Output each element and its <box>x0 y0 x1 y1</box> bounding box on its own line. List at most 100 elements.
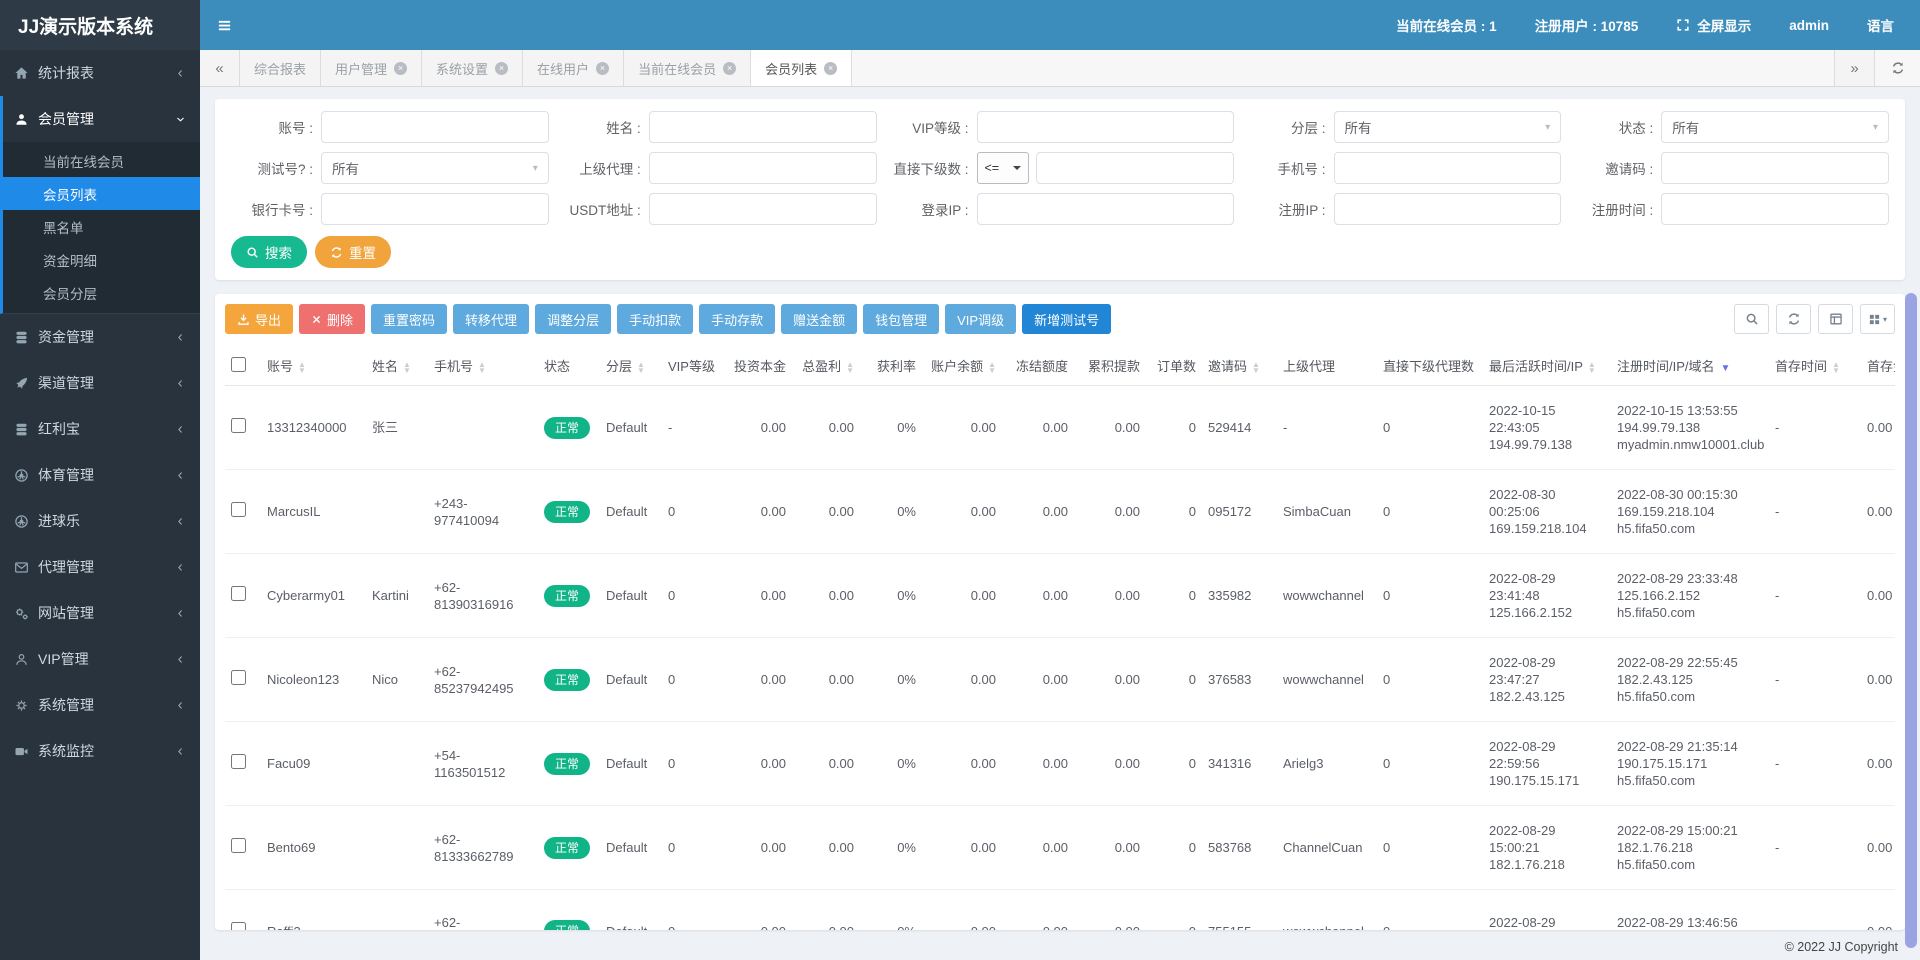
column-header-layer[interactable]: 分层▲▼ <box>600 346 662 386</box>
钱包管理-button[interactable]: 钱包管理 <box>863 304 939 334</box>
vertical-scrollbar[interactable] <box>1905 293 1917 948</box>
column-header-balance[interactable]: 账户余额▲▼ <box>922 346 1002 386</box>
sort-icon[interactable]: ▲▼ <box>298 362 306 374</box>
refresh-icon-button[interactable] <box>1776 304 1811 334</box>
grid-icon-button[interactable]: ▾ <box>1860 304 1895 334</box>
tab-会员列表[interactable]: 会员列表× <box>751 50 852 86</box>
filter-input-10[interactable] <box>321 193 549 225</box>
tab-close-icon[interactable]: × <box>723 62 736 75</box>
table-view-icon-button[interactable] <box>1818 304 1853 334</box>
filter-input-14[interactable] <box>1661 193 1889 225</box>
filter-input-13[interactable] <box>1334 193 1562 225</box>
row-checkbox[interactable] <box>231 670 246 685</box>
VIP调级-button[interactable]: VIP调级 <box>945 304 1016 334</box>
filter-input-8[interactable] <box>1334 152 1562 184</box>
row-checkbox[interactable] <box>231 418 246 433</box>
filter-input-0[interactable] <box>321 111 549 143</box>
tab-系统设置[interactable]: 系统设置× <box>422 50 523 86</box>
sort-icon[interactable]: ▲▼ <box>1252 362 1260 374</box>
column-header-name[interactable]: 姓名▲▼ <box>366 346 428 386</box>
cell-first_time: - <box>1769 722 1861 806</box>
sidebar-subitem-资金明细[interactable]: 资金明细 <box>3 243 200 276</box>
tab-综合报表[interactable]: 综合报表 <box>240 50 321 86</box>
sidebar-item-3[interactable]: 渠道管理 <box>0 360 200 406</box>
filter-input-6[interactable] <box>649 152 877 184</box>
新增测试号-button[interactable]: 新增测试号 <box>1022 304 1111 334</box>
导出-button[interactable]: 导出 <box>225 304 293 334</box>
filter-input-9[interactable] <box>1661 152 1889 184</box>
sort-icon[interactable]: ▲▼ <box>988 362 996 374</box>
filter-input-1[interactable] <box>649 111 877 143</box>
tab-close-icon[interactable]: × <box>596 62 609 75</box>
sidebar-subitem-会员列表[interactable]: 会员列表 <box>3 177 200 210</box>
sidebar-toggle-button[interactable] <box>200 0 248 50</box>
column-header-invite[interactable]: 邀请码▲▼ <box>1202 346 1277 386</box>
sort-desc-active-icon[interactable]: ▼ <box>1721 363 1731 374</box>
sidebar-group-10: 系统管理 <box>0 682 200 728</box>
tab-close-icon[interactable]: × <box>394 62 407 75</box>
赠送金额-button[interactable]: 赠送金额 <box>781 304 857 334</box>
column-header-account[interactable]: 账号▲▼ <box>261 346 366 386</box>
filter-input-11[interactable] <box>649 193 877 225</box>
sidebar-item-1[interactable]: 会员管理 <box>3 96 200 142</box>
手动扣款-button[interactable]: 手动扣款 <box>617 304 693 334</box>
filter-operator-select[interactable]: <= <box>977 152 1029 184</box>
sort-icon[interactable]: ▲▼ <box>403 362 411 374</box>
language-menu[interactable]: 语言 <box>1867 15 1894 35</box>
sidebar-item-10[interactable]: 系统管理 <box>0 682 200 728</box>
tab-用户管理[interactable]: 用户管理× <box>321 50 422 86</box>
filter-input-2[interactable] <box>977 111 1234 143</box>
search-button[interactable]: 搜索 <box>231 236 307 268</box>
filter-input-12[interactable] <box>977 193 1234 225</box>
user-menu[interactable]: admin <box>1789 18 1829 33</box>
row-checkbox[interactable] <box>231 922 246 931</box>
row-checkbox[interactable] <box>231 838 246 853</box>
tab-当前在线会员[interactable]: 当前在线会员× <box>624 50 751 86</box>
tabs-scroll-right-button[interactable]: » <box>1834 50 1874 86</box>
sidebar-item-4[interactable]: 红利宝 <box>0 406 200 452</box>
row-checkbox[interactable] <box>231 586 246 601</box>
filter-select-5[interactable]: 所有▾ <box>321 152 549 184</box>
fullscreen-button[interactable]: 全屏显示 <box>1676 15 1751 35</box>
row-checkbox[interactable] <box>231 502 246 517</box>
重置密码-button[interactable]: 重置密码 <box>371 304 447 334</box>
sidebar-subitem-会员分层[interactable]: 会员分层 <box>3 276 200 309</box>
sidebar-subitem-黑名单[interactable]: 黑名单 <box>3 210 200 243</box>
sort-icon[interactable]: ▲▼ <box>478 362 486 374</box>
sidebar-item-2[interactable]: 资金管理 <box>0 314 200 360</box>
sidebar-item-6[interactable]: 进球乐 <box>0 498 200 544</box>
reset-button[interactable]: 重置 <box>315 236 391 268</box>
column-header-last_active[interactable]: 最后活跃时间/IP▲▼ <box>1483 346 1611 386</box>
删除-button[interactable]: 删除 <box>299 304 365 334</box>
sidebar-item-8[interactable]: 网站管理 <box>0 590 200 636</box>
filter-select-4[interactable]: 所有▾ <box>1661 111 1889 143</box>
sort-icon[interactable]: ▲▼ <box>1832 362 1840 374</box>
tab-close-icon[interactable]: × <box>824 62 837 75</box>
column-header-profit[interactable]: 总盈利▲▼ <box>792 346 860 386</box>
sidebar-item-5[interactable]: 体育管理 <box>0 452 200 498</box>
tab-在线用户[interactable]: 在线用户× <box>523 50 624 86</box>
search-icon-button[interactable] <box>1734 304 1769 334</box>
tab-bar: «综合报表用户管理×系统设置×在线用户×当前在线会员×会员列表× » <box>200 50 1920 87</box>
filter-input-7[interactable] <box>1036 152 1234 184</box>
column-header-phone[interactable]: 手机号▲▼ <box>428 346 538 386</box>
转移代理-button[interactable]: 转移代理 <box>453 304 529 334</box>
sort-icon[interactable]: ▲▼ <box>1588 362 1596 374</box>
filter-select-3[interactable]: 所有▾ <box>1334 111 1562 143</box>
column-header-first_time[interactable]: 首存时间▲▼ <box>1769 346 1861 386</box>
手动存款-button[interactable]: 手动存款 <box>699 304 775 334</box>
select-all-checkbox[interactable] <box>231 357 246 372</box>
sidebar-item-0[interactable]: 统计报表 <box>0 50 200 96</box>
调整分层-button[interactable]: 调整分层 <box>535 304 611 334</box>
tab-refresh-button[interactable] <box>1874 50 1920 86</box>
sidebar-item-9[interactable]: VIP管理 <box>0 636 200 682</box>
sort-icon[interactable]: ▲▼ <box>637 362 645 374</box>
tabs-scroll-left-button[interactable]: « <box>200 50 240 86</box>
row-checkbox[interactable] <box>231 754 246 769</box>
sidebar-item-11[interactable]: 系统监控 <box>0 728 200 774</box>
sidebar-subitem-当前在线会员[interactable]: 当前在线会员 <box>3 144 200 177</box>
tab-close-icon[interactable]: × <box>495 62 508 75</box>
sidebar-item-7[interactable]: 代理管理 <box>0 544 200 590</box>
column-header-register[interactable]: 注册时间/IP/域名▼ <box>1611 346 1769 386</box>
sort-icon[interactable]: ▲▼ <box>846 362 854 374</box>
